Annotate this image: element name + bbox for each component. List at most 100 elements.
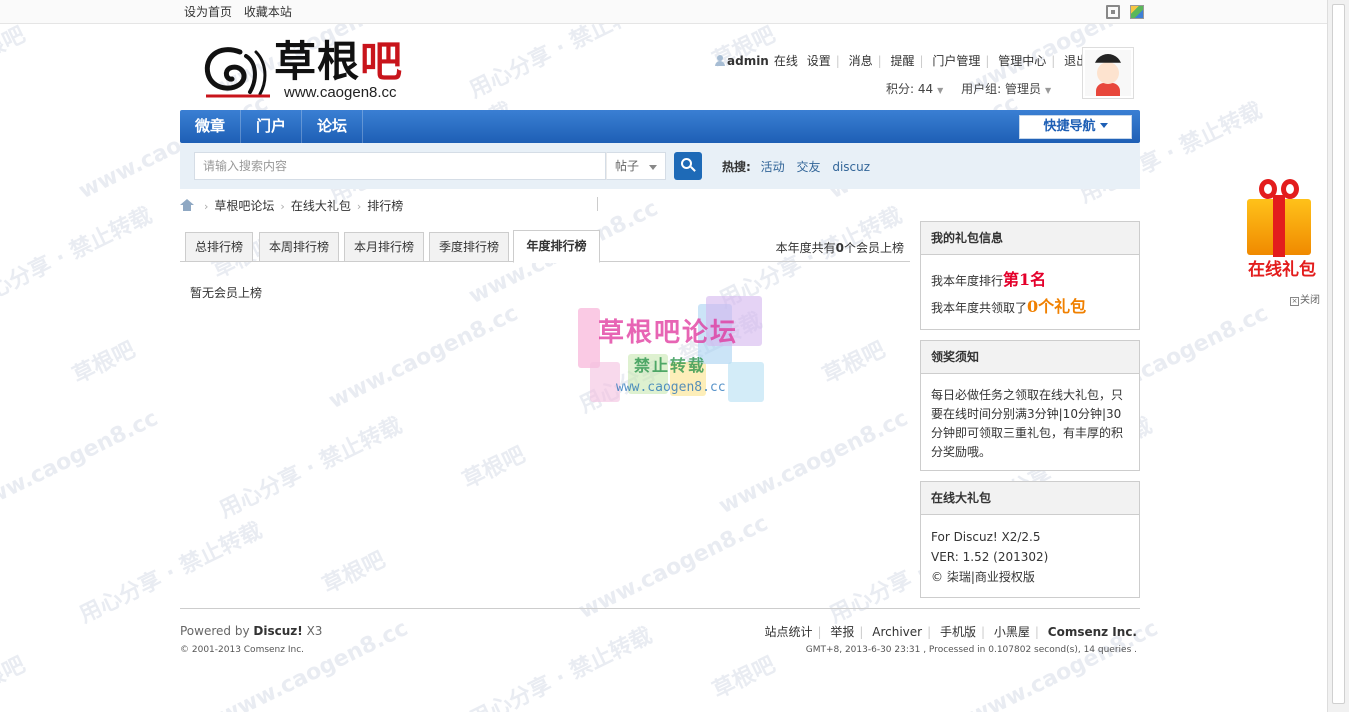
nav-item-forum[interactable]: 论坛: [302, 110, 364, 143]
separator: |: [927, 625, 932, 639]
fullscreen-icon[interactable]: [1106, 4, 1120, 19]
notices-link[interactable]: 提醒: [890, 54, 914, 68]
gift-bow: [1259, 179, 1277, 199]
separator: |: [835, 54, 840, 68]
watermark-tile: 草根吧: [318, 547, 390, 599]
top-tools: [1100, 4, 1144, 19]
vertical-scrollbar[interactable]: [1327, 0, 1349, 712]
separator: |: [817, 625, 822, 639]
home-icon[interactable]: [180, 199, 194, 211]
search-type-select[interactable]: 帖子: [606, 152, 666, 180]
breadcrumb-separator: ›: [204, 200, 209, 213]
watermark-tile: www.caogen8.cc: [324, 300, 523, 415]
notice-panel: 领奖须知 每日必做任务之领取在线大礼包，只要在线时间分别满3分钟|10分钟|30…: [920, 340, 1140, 471]
panel-title: 领奖须知: [921, 341, 1139, 374]
online-status: 在线: [773, 54, 798, 68]
chevron-down-icon: [1099, 123, 1108, 128]
watermark-title: 草根吧论坛: [598, 318, 739, 348]
main-nav: 微章 门户 论坛 快捷导航: [180, 110, 1140, 143]
count-suffix: 个会员上榜: [843, 241, 904, 255]
footer-link-blacklist[interactable]: 小黑屋: [994, 625, 1030, 639]
close-icon: ×: [1290, 297, 1299, 306]
breadcrumb-separator: ›: [356, 200, 362, 213]
notice-body: 每日必做任务之领取在线大礼包，只要在线时间分别满3分钟|10分钟|30分钟即可领…: [931, 388, 1124, 459]
copyright: © 2001-2013 Comsenz Inc.: [180, 645, 305, 655]
chevron-down-icon: ▼: [937, 86, 944, 95]
user-bar: admin 在线 设置 | 消息 | 提醒 | 门户管理 | 管理中心 | 退出: [710, 52, 1088, 69]
hot-keyword[interactable]: 活动: [761, 160, 785, 174]
top-links: 设为首页 收藏本站: [184, 3, 300, 20]
nav-item-portal[interactable]: 门户: [241, 110, 303, 143]
tab-monthly-ranking[interactable]: 本月排行榜: [344, 232, 424, 262]
server-time: GMT+8, 2013-6-30 23:31 , Processed in 0.…: [805, 645, 1137, 655]
footer-link-stats[interactable]: 站点统计: [764, 625, 812, 639]
watermark-block: [578, 308, 600, 368]
portal-admin-link[interactable]: 门户管理: [932, 54, 980, 68]
center-watermark: 草根吧论坛 禁止转载 www.caogen8.cc: [578, 296, 768, 412]
chevron-down-icon: [649, 165, 657, 170]
quick-nav-label: 快捷导航: [1043, 119, 1096, 134]
powered-by: Powered by Discuz! X3: [180, 624, 322, 638]
site-logo[interactable]: 草根吧 www.caogen8.cc: [200, 36, 440, 104]
watermark-tile: 草根吧: [708, 652, 780, 704]
points-dropdown[interactable]: 积分: 44: [886, 82, 933, 96]
skin-switch-icon[interactable]: [1129, 4, 1144, 19]
online-gift-float[interactable]: 在线礼包: [1239, 177, 1325, 281]
powered-version: X3: [306, 624, 323, 638]
search-input[interactable]: 请输入搜索内容: [194, 152, 606, 180]
separator: |: [981, 625, 986, 639]
gift-count-value: 0个礼包: [1027, 297, 1087, 316]
watermark-block: [728, 362, 764, 402]
panel-title: 我的礼包信息: [921, 222, 1139, 255]
footer-link-comsenz[interactable]: Comsenz Inc.: [1048, 625, 1137, 639]
set-homepage-link[interactable]: 设为首页: [184, 5, 232, 19]
hot-keyword[interactable]: discuz: [832, 160, 870, 174]
logo-title-black: 草根: [274, 37, 361, 86]
username-link[interactable]: admin: [727, 54, 769, 68]
gift-close-button[interactable]: × 关闭: [1290, 291, 1320, 306]
watermark-tile: 草根吧: [818, 337, 890, 389]
tab-quarterly-ranking[interactable]: 季度排行榜: [429, 232, 509, 262]
tab-total-ranking[interactable]: 总排行榜: [185, 232, 253, 262]
search-button[interactable]: [674, 152, 702, 180]
watermark-tile: 草根吧: [458, 442, 530, 494]
breadcrumb-gift[interactable]: 在线大礼包: [291, 199, 351, 213]
settings-link[interactable]: 设置: [807, 54, 831, 68]
watermark-tile: www.caogen8.cc: [0, 405, 163, 520]
breadcrumb-separator: ›: [280, 200, 285, 213]
footer-link-mobile[interactable]: 手机版: [940, 625, 976, 639]
admin-center-link[interactable]: 管理中心: [998, 54, 1046, 68]
nav-item-medal[interactable]: 微章: [180, 110, 242, 143]
plugin-line: © 柒瑞|商业授权版: [931, 570, 1035, 584]
watermark-subtitle: 禁止转载: [634, 356, 707, 375]
tab-yearly-ranking[interactable]: 年度排行榜: [513, 230, 600, 263]
breadcrumb-forum[interactable]: 草根吧论坛: [214, 199, 274, 213]
plugin-info-panel: 在线大礼包 For Discuz! X2/2.5 VER: 1.52 (2013…: [920, 481, 1140, 598]
hot-keyword[interactable]: 交友: [796, 160, 820, 174]
gift-close-label: 关闭: [1300, 295, 1320, 306]
tab-weekly-ranking[interactable]: 本周排行榜: [259, 232, 339, 262]
logo-url: www.caogen8.cc: [284, 84, 397, 101]
avatar[interactable]: [1082, 47, 1134, 99]
watermark-tile: 草根吧: [68, 337, 140, 389]
scrollbar-thumb[interactable]: [1332, 4, 1345, 704]
footer-links: 站点统计 | 举报 | Archiver | 手机版 | 小黑屋 | Comsenz In…: [764, 623, 1137, 640]
top-bar: 设为首页 收藏本站: [0, 0, 1327, 24]
quick-nav-button[interactable]: 快捷导航: [1019, 115, 1132, 139]
powered-brand[interactable]: Discuz!: [253, 624, 302, 638]
usergroup-dropdown[interactable]: 用户组: 管理员: [961, 82, 1041, 96]
messages-link[interactable]: 消息: [849, 54, 873, 68]
separator: |: [1051, 54, 1056, 68]
gift-ribbon: [1273, 195, 1285, 257]
panel-title: 在线大礼包: [921, 482, 1139, 515]
my-rank-line: 我本年度排行第1名: [931, 267, 1129, 294]
logo-title-red: 吧: [360, 37, 404, 86]
hot-search: 热搜: 活动 交友 discuz: [722, 158, 878, 175]
breadcrumb-ranking[interactable]: 排行榜: [367, 199, 403, 213]
footer-link-report[interactable]: 举报: [830, 625, 854, 639]
avatar-image: [1085, 50, 1131, 96]
bookmark-link[interactable]: 收藏本站: [244, 5, 292, 19]
footer-link-archiver[interactable]: Archiver: [872, 625, 922, 639]
logo-title: 草根吧: [274, 36, 403, 88]
watermark-tile: 用心分享 · 禁止转载: [0, 203, 157, 314]
